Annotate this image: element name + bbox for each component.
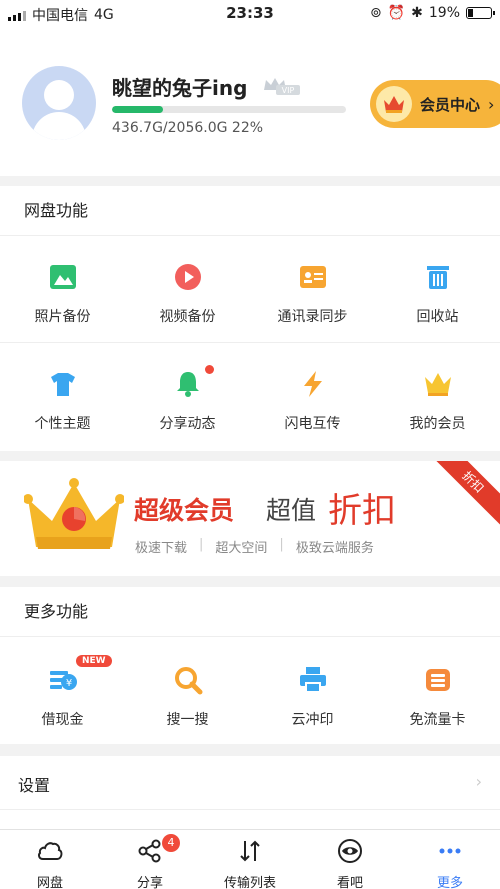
- feature-share-activity[interactable]: 分享动态: [125, 365, 250, 450]
- tab-netdisk[interactable]: 网盘: [0, 830, 100, 889]
- chevron-right-icon: ›: [475, 772, 482, 791]
- share-icon: [138, 839, 161, 863]
- bottom-tab-bar: 网盘 4 分享 传输列表 看吧 更多: [0, 829, 500, 889]
- feature-search[interactable]: 搜一搜: [125, 665, 250, 744]
- tab-more[interactable]: 更多: [400, 830, 500, 889]
- feature-label: 借现金: [41, 712, 84, 728]
- feature-label: 我的会员: [409, 416, 466, 432]
- crown-icon: [376, 86, 412, 122]
- feature-label: 分享动态: [159, 416, 216, 432]
- divider: |: [279, 537, 284, 552]
- member-center-button[interactable]: 会员中心 ›: [370, 80, 500, 128]
- divider: |: [199, 537, 204, 552]
- tab-label: 更多: [436, 876, 463, 889]
- status-right: ⊚ ⏰ ✱ 19%: [369, 5, 495, 21]
- tab-share[interactable]: 4 分享: [100, 830, 200, 889]
- banner-feature: 超大空间: [215, 541, 268, 556]
- feature-photo-backup[interactable]: 照片备份: [0, 262, 125, 342]
- more-icon: [439, 848, 461, 854]
- eye-icon: [338, 839, 362, 863]
- tab-label: 网盘: [36, 876, 63, 889]
- more-features-row: ¥ NEW 借现金 搜一搜 云冲印 免流量卡: [0, 637, 500, 744]
- feature-recycle-bin[interactable]: 回收站: [375, 262, 500, 342]
- feature-row-1: 照片备份 视频备份 通讯录同步 回收站: [0, 236, 500, 343]
- chevron-right-icon: ›: [488, 94, 495, 114]
- feature-label: 个性主题: [34, 416, 91, 432]
- battery-percent: 19%: [428, 5, 460, 21]
- alarm-icon: ⏰: [387, 5, 406, 21]
- feature-label: 云冲印: [291, 712, 334, 728]
- feature-video-backup[interactable]: 视频备份: [125, 262, 250, 342]
- discount-ribbon: 折扣: [426, 461, 500, 529]
- cash-icon: ¥: [49, 671, 77, 690]
- more-features-section: 更多功能 ¥ NEW 借现金 搜一搜 云冲印 免流量卡: [0, 587, 500, 744]
- cloud-icon: [38, 842, 63, 860]
- banner-title-gray: 超值: [266, 496, 317, 525]
- sim-card-icon: [425, 669, 450, 691]
- banner-feature: 极致云端服务: [295, 541, 374, 556]
- feature-borrow-cash[interactable]: ¥ NEW 借现金: [0, 655, 125, 744]
- photo-icon: [49, 265, 76, 289]
- feature-lightning-transfer[interactable]: 闪电互传: [250, 369, 375, 450]
- section-title: 更多功能: [0, 587, 500, 637]
- rotation-lock-icon: ⊚: [369, 5, 382, 21]
- settings-row[interactable]: 设置 ›: [0, 756, 500, 810]
- contacts-icon: [299, 266, 326, 288]
- printer-icon: [299, 667, 326, 693]
- transfer-icon: [240, 840, 260, 862]
- feature-row-2: 个性主题 分享动态 闪电互传 我的会员: [0, 343, 500, 450]
- section-title: 网盘功能: [0, 186, 500, 236]
- storage-progress-bar: [112, 106, 346, 113]
- storage-progress-fill: [112, 106, 164, 113]
- trash-icon: [426, 266, 449, 289]
- member-center-label: 会员中心: [420, 95, 481, 114]
- battery-icon: [466, 7, 495, 19]
- vip-badge-icon[interactable]: VIP: [262, 76, 302, 96]
- tab-transfer-list[interactable]: 传输列表: [200, 830, 300, 889]
- shirt-icon: [50, 373, 75, 396]
- feature-label: 照片备份: [34, 309, 91, 325]
- profile-header: 眺望的兔子ing VIP 436.7G/2056.0G 22% 会员中心 ›: [0, 28, 500, 176]
- feature-label: 通讯录同步: [277, 309, 348, 325]
- lightning-icon: [303, 371, 322, 397]
- feature-label: 闪电互传: [284, 416, 341, 432]
- avatar[interactable]: [22, 66, 96, 140]
- notification-dot: [205, 365, 214, 374]
- vip-label: VIP: [282, 86, 295, 95]
- feature-label: 免流量卡: [409, 712, 466, 728]
- feature-my-membership[interactable]: 我的会员: [375, 369, 500, 450]
- feature-cloud-print[interactable]: 云冲印: [250, 665, 375, 744]
- share-count-badge: 4: [162, 834, 180, 852]
- crown-icon: [424, 373, 451, 396]
- tab-label: 看吧: [336, 876, 363, 889]
- banner-title-red: 超级会员: [134, 496, 235, 525]
- feature-data-card[interactable]: 免流量卡: [375, 665, 500, 744]
- feature-contacts-sync[interactable]: 通讯录同步: [250, 262, 375, 342]
- disk-features-section: 网盘功能 照片备份 视频备份 通讯录同步 回收站 个性主题 分享动态 闪电互传 …: [0, 186, 500, 451]
- bell-icon: [176, 372, 199, 397]
- banner-features: 极速下载 | 超大空间 | 极致云端服务: [135, 537, 374, 556]
- banner-feature: 极速下载: [135, 541, 188, 556]
- feature-label: 视频备份: [159, 309, 216, 325]
- crown-icon: [24, 478, 124, 549]
- tab-watch[interactable]: 看吧: [300, 830, 400, 889]
- username: 眺望的兔子ing: [112, 76, 248, 100]
- tab-label: 传输列表: [223, 876, 276, 889]
- svg-text:¥: ¥: [65, 678, 71, 689]
- bluetooth-icon: ✱: [411, 5, 423, 21]
- new-badge: NEW: [76, 655, 112, 667]
- settings-label: 设置: [18, 776, 51, 795]
- feature-theme[interactable]: 个性主题: [0, 369, 125, 450]
- feature-label: 搜一搜: [166, 712, 209, 728]
- video-icon: [174, 264, 201, 290]
- super-member-banner[interactable]: 超级会员 超值 折扣 极速下载 | 超大空间 | 极致云端服务 折扣: [0, 461, 500, 576]
- search-icon: [174, 667, 202, 695]
- feature-label: 回收站: [416, 309, 459, 325]
- tab-label: 分享: [136, 876, 163, 889]
- storage-text: 436.7G/2056.0G 22%: [112, 120, 264, 136]
- banner-title-big: 折扣: [328, 491, 396, 531]
- status-bar: 中国电信 4G 23:33 ⊚ ⏰ ✱ 19%: [0, 0, 500, 28]
